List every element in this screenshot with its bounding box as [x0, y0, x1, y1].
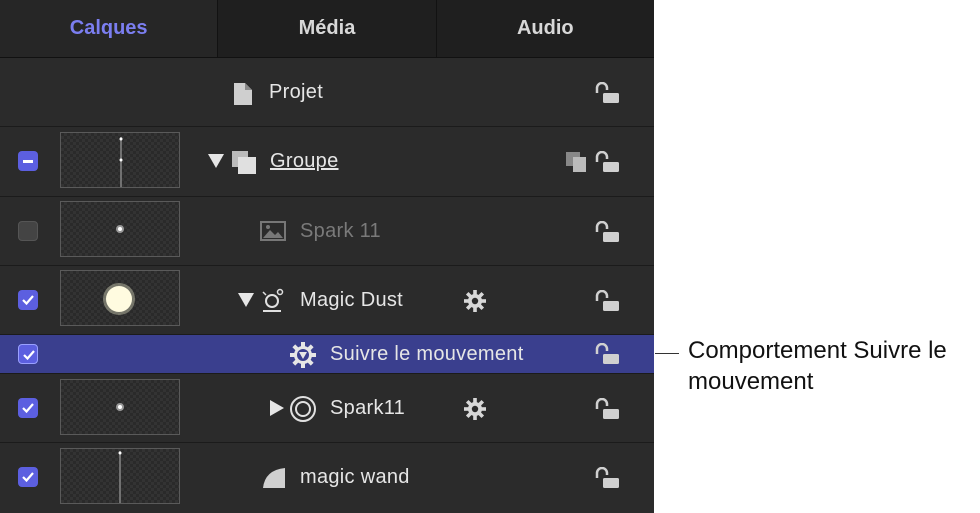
layer-row-magic-dust[interactable]: Magic Dust [0, 266, 654, 335]
visibility-checkbox-checked[interactable] [18, 344, 38, 364]
layer-name-group: Groupe [270, 150, 339, 172]
visibility-checkbox[interactable] [18, 221, 38, 241]
tab-media[interactable]: Média [218, 0, 437, 57]
shape-icon [263, 468, 285, 488]
layer-thumbnail [60, 270, 180, 326]
emitter-icon [262, 288, 284, 312]
visibility-checkbox-mixed[interactable] [18, 151, 38, 171]
lock-open-icon[interactable] [594, 82, 620, 104]
layer-row-project[interactable]: Projet [0, 58, 654, 127]
layer-name-project: Projet [269, 81, 324, 103]
layer-thumbnail [60, 201, 180, 257]
lock-open-icon[interactable] [594, 290, 620, 312]
disclosure-closed-icon[interactable] [270, 400, 284, 416]
document-icon [234, 83, 252, 105]
layer-thumbnail [60, 379, 180, 435]
layer-name-magic-dust: Magic Dust [300, 289, 404, 311]
layer-thumbnail [60, 132, 180, 188]
disclosure-open-icon[interactable] [208, 154, 224, 168]
lock-open-icon[interactable] [594, 221, 620, 243]
layer-name-spark-11: Spark 11 [300, 220, 381, 242]
gear-icon[interactable] [463, 397, 487, 421]
isolate-icon[interactable] [566, 151, 588, 173]
tab-audio[interactable]: Audio [437, 0, 654, 57]
lock-open-icon[interactable] [594, 343, 620, 365]
layer-row-spark-11[interactable]: Spark 11 [0, 197, 654, 266]
layer-row-group[interactable]: Groupe [0, 127, 654, 197]
layer-thumbnail [60, 448, 180, 504]
visibility-checkbox-checked[interactable] [18, 467, 38, 487]
disclosure-open-icon[interactable] [238, 293, 254, 307]
layer-name-magic-wand: magic wand [300, 466, 410, 488]
callout-label: Comportement Suivre le mouvement [688, 337, 947, 395]
visibility-checkbox-checked[interactable] [18, 398, 38, 418]
particle-cell-icon [290, 396, 316, 422]
lock-open-icon[interactable] [594, 467, 620, 489]
lock-open-icon[interactable] [594, 151, 620, 173]
layer-row-magic-wand[interactable]: magic wand [0, 443, 654, 513]
image-icon [260, 221, 286, 241]
layer-name-follow-motion: Suivre le mouvement [330, 343, 524, 365]
layers-panel: Calques Média Audio Projet Groupe Spark … [0, 0, 654, 513]
callout-line [655, 353, 679, 354]
lock-open-icon[interactable] [594, 398, 620, 420]
group-icon [232, 151, 256, 174]
tab-calques[interactable]: Calques [0, 0, 219, 57]
tab-bar: Calques Média Audio [0, 0, 654, 58]
gear-icon[interactable] [463, 289, 487, 313]
behavior-icon [290, 342, 316, 368]
layer-name-spark11: Spark11 [330, 397, 406, 419]
visibility-checkbox-checked[interactable] [18, 290, 38, 310]
layer-row-follow-motion[interactable]: Suivre le mouvement [0, 335, 654, 374]
layer-row-spark11[interactable]: Spark11 [0, 374, 654, 443]
